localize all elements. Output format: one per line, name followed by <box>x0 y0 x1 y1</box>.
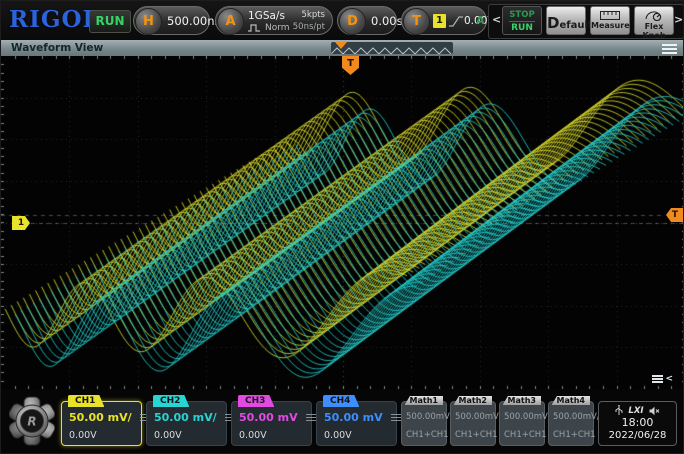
collapse-chevron-icon: < <box>665 374 673 384</box>
math2-source: CH1+CH1 <box>455 430 498 440</box>
channel-box-ch2[interactable]: CH2 50.00 mV/ 0.00V <box>146 401 227 446</box>
results-panel-handle[interactable]: < <box>652 374 673 385</box>
horizontal-settings-button[interactable]: H 500.00ns/ <box>133 6 210 35</box>
flex-knob-button[interactable]: Flex Knob <box>634 6 674 35</box>
waveform-canvas[interactable] <box>1 56 684 389</box>
sample-rate: 1GSa/s <box>248 10 285 22</box>
ch3-scale: 50.00 mV <box>239 411 298 424</box>
trigger-source-badge: 1 <box>433 14 446 28</box>
ch4-tab[interactable]: CH4 <box>323 395 359 407</box>
math3-scale: 500.00mV/ <box>504 412 551 422</box>
waveform-view-titlebar: Waveform View <box>1 40 684 57</box>
trigger-settings-button[interactable]: T 1 0.00V <box>401 6 487 35</box>
horizontal-icon[interactable]: H <box>135 8 162 35</box>
math2-box[interactable]: Math2 500.00mV/ CH1+CH1 <box>450 401 496 446</box>
math4-tab[interactable]: Math4 <box>552 396 590 405</box>
channel-box-ch3[interactable]: CH3 50.00 mV 0.00V <box>231 401 312 446</box>
date-display: 2022/06/28 <box>599 430 676 442</box>
trigger-sweep-auto: A <box>476 14 485 27</box>
measure-button[interactable]: Measure <box>590 6 630 35</box>
knob-icon <box>644 11 664 21</box>
ch3-offset: 0.00V <box>239 430 267 441</box>
acquire-icon[interactable]: A <box>217 8 244 35</box>
math1-box[interactable]: Math1 500.00mV/ CH1+CH1 <box>401 401 447 446</box>
speaker-muted-icon <box>649 406 660 416</box>
measure-label: Measure <box>591 21 629 30</box>
toolbar-prev-icon[interactable]: < <box>492 13 501 26</box>
timebase-overview-strip[interactable] <box>331 42 453 54</box>
delay-settings-button[interactable]: D 0.00s <box>337 6 397 35</box>
ch4-offset: 0.00V <box>324 430 352 441</box>
channel-box-ch4[interactable]: CH4 50.00 mV 0.00V <box>316 401 397 446</box>
waveform-display-area: T 1 T < <box>1 56 684 389</box>
rigol-gear-button[interactable]: R <box>9 395 55 447</box>
math3-tab[interactable]: Math3 <box>503 396 541 405</box>
oscilloscope-screen: RIGOL RUN H 500.00ns/ A 1GSa/s Norm 5kpt… <box>0 0 684 454</box>
default-label: Default <box>547 14 585 32</box>
datetime-box[interactable]: LXI 18:00 2022/06/28 <box>598 401 677 446</box>
top-toolbar: RIGOL RUN H 500.00ns/ A 1GSa/s Norm 5kpt… <box>1 1 684 41</box>
trigger-icon[interactable]: T <box>403 8 430 35</box>
page-title: Waveform View <box>11 42 103 54</box>
ruler-icon <box>600 11 620 20</box>
flex-knob-label: Flex Knob <box>635 22 673 40</box>
lxi-badge: LXI <box>628 406 643 416</box>
math3-source: CH1+CH1 <box>504 430 547 440</box>
math4-source: CH1+CH1 <box>553 430 596 440</box>
run-state-badge[interactable]: RUN <box>89 10 131 33</box>
math4-scale: 500.00mV/ <box>553 412 600 422</box>
default-button[interactable]: Default <box>546 6 586 35</box>
acquire-settings-button[interactable]: A 1GSa/s Norm 5kpts 50ns/pt <box>215 6 333 35</box>
ch2-offset: 0.00V <box>154 430 182 441</box>
math1-scale: 500.00mV/ <box>406 412 453 422</box>
math3-box[interactable]: Math3 500.00mV/ CH1+CH1 <box>499 401 545 446</box>
delay-value: 0.00s <box>371 14 403 28</box>
time-display: 18:00 <box>599 416 676 430</box>
channel-box-ch1[interactable]: CH1 50.00 mV/ 0.00V <box>61 401 142 446</box>
ch2-tab[interactable]: CH2 <box>153 395 189 407</box>
bottom-status-bar: R CH1 50.00 mV/ 0.00V CH2 50.00 mV/ 0.00… <box>1 389 684 454</box>
stop-label: STOP <box>503 10 541 20</box>
math2-tab[interactable]: Math2 <box>454 396 492 405</box>
ch1-scale: 50.00 mV/ <box>69 411 132 424</box>
memory-depth: 5kpts <box>302 10 326 20</box>
toolbar-next-icon[interactable]: > <box>674 13 683 26</box>
math1-tab[interactable]: Math1 <box>405 396 443 405</box>
ch4-scale: 50.00 mV <box>324 411 383 424</box>
ch1-tab[interactable]: CH1 <box>68 395 104 407</box>
rigol-logo: RIGOL <box>9 6 100 33</box>
stop-run-button[interactable]: STOP RUN <box>502 6 542 35</box>
ch2-scale: 50.00 mV/ <box>154 411 217 424</box>
titlebar-menu-icon[interactable] <box>662 44 677 56</box>
delay-icon[interactable]: D <box>339 8 366 35</box>
stop-run-divider <box>509 21 535 22</box>
run-label: RUN <box>503 23 541 33</box>
gear-icon: R <box>9 395 55 447</box>
pulse-icon <box>248 24 261 32</box>
time-resolution: 50ns/pt <box>293 22 325 32</box>
svg-text:R: R <box>27 415 36 429</box>
math2-scale: 500.00mV/ <box>455 412 502 422</box>
hamburger-icon <box>652 374 663 385</box>
waveform-preview-icon <box>331 45 453 54</box>
trigger-position-indicator[interactable] <box>335 42 347 49</box>
ch3-tab[interactable]: CH3 <box>238 395 274 407</box>
ch1-offset: 0.00V <box>69 430 97 441</box>
rising-edge-icon <box>449 15 463 28</box>
acquire-mode: Norm <box>265 23 290 33</box>
math4-box[interactable]: Math4 500.00mV/ CH1+CH1 <box>548 401 594 446</box>
math1-source: CH1+CH1 <box>406 430 449 440</box>
usb-icon <box>615 405 623 416</box>
